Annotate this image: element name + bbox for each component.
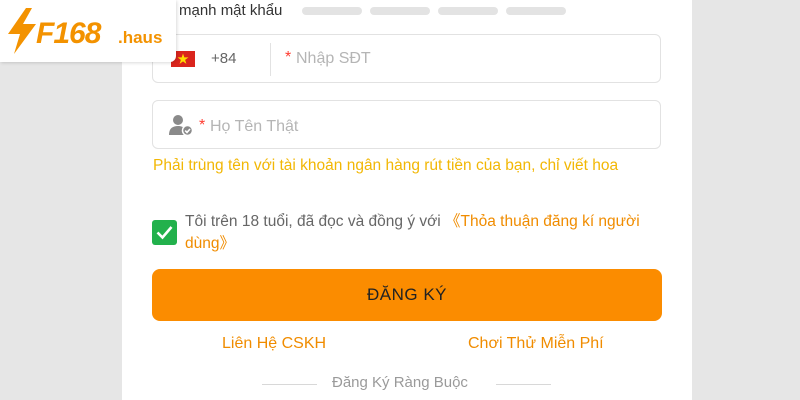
country-code-selector[interactable]: +84	[211, 50, 236, 67]
user-check-icon	[169, 115, 193, 136]
logo-brand-text: F168	[36, 17, 101, 50]
strength-bar	[302, 7, 362, 15]
binding-section-title: Đăng Ký Ràng Buộc	[332, 374, 468, 391]
phone-input[interactable]	[296, 48, 636, 70]
agreement-checkbox[interactable]	[152, 220, 177, 245]
phone-field: +84 *	[152, 34, 661, 83]
agreement-statement: Tôi trên 18 tuổi, đã đọc và đồng ý với	[185, 213, 446, 230]
real-name-input[interactable]	[210, 116, 630, 138]
required-mark: *	[285, 49, 292, 66]
divider-right	[496, 384, 551, 385]
password-strength-label: mạnh mật khẩu	[179, 2, 283, 19]
strength-bar	[370, 7, 430, 15]
strength-bar	[438, 7, 498, 15]
checkmark-icon	[156, 226, 173, 240]
brand-logo: F168 .haus	[0, 0, 176, 62]
divider-left	[262, 384, 317, 385]
free-trial-link[interactable]: Chơi Thử Miễn Phí	[468, 335, 604, 353]
real-name-field: *	[152, 100, 661, 149]
strength-bar	[506, 7, 566, 15]
logo-domain-text: .haus	[118, 28, 163, 47]
lightning-bolt-icon	[8, 8, 36, 54]
contact-support-link[interactable]: Liên Hệ CSKH	[222, 335, 326, 353]
required-mark: *	[199, 117, 206, 134]
real-name-hint: Phải trùng tên với tài khoản ngân hàng r…	[153, 157, 619, 174]
agreement-text: Tôi trên 18 tuổi, đã đọc và đồng ý với 《…	[185, 211, 655, 255]
field-divider	[270, 43, 271, 76]
register-button[interactable]: ĐĂNG KÝ	[152, 269, 662, 321]
